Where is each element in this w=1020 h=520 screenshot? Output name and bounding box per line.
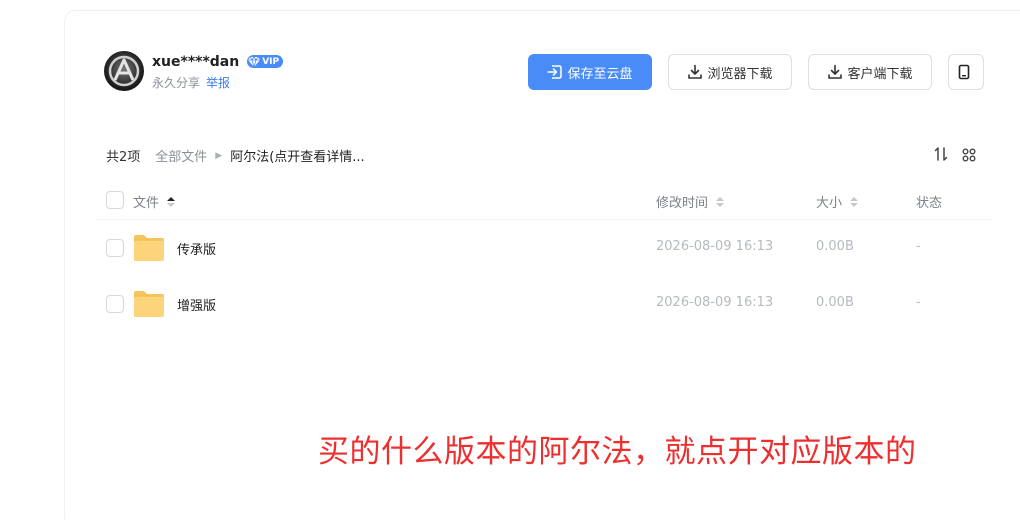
sort-arrows-icon	[850, 196, 859, 207]
modified-time: 2026-08-09 16:13	[656, 239, 774, 254]
table-row[interactable]: 增强版 2026-08-09 16:13 0.00B -	[96, 276, 992, 332]
breadcrumb-root[interactable]: 全部文件	[155, 146, 207, 165]
file-size: 0.00B	[816, 239, 854, 254]
caret-right-icon: ▶	[215, 150, 223, 161]
save-to-cloud-button[interactable]: 保存至云盘	[528, 54, 652, 90]
row-checkbox[interactable]	[106, 239, 124, 257]
browser-download-button[interactable]: 浏览器下载	[668, 54, 792, 90]
sharer-info: xue****dan VIP 永久分享 举报	[104, 51, 284, 91]
annotation-text: 买的什么版本的阿尔法，就点开对应版本的	[318, 434, 917, 470]
select-all-checkbox[interactable]	[106, 191, 124, 209]
file-table-header: 文件 修改时间 大小 状态	[96, 184, 992, 220]
sort-arrows-icon	[167, 196, 176, 207]
avatar[interactable]	[104, 51, 144, 91]
file-size: 0.00B	[816, 295, 854, 310]
folder-icon	[133, 233, 165, 267]
vip-badge: VIP	[247, 55, 284, 68]
folder-icon	[133, 289, 165, 323]
breadcrumb: 共2项 全部文件 ▶ 阿尔法(点开查看详情...	[106, 146, 365, 165]
file-status: -	[916, 239, 921, 254]
breadcrumb-current: 阿尔法(点开查看详情...	[230, 150, 365, 165]
modified-time: 2026-08-09 16:13	[656, 295, 774, 310]
username: xue****dan	[152, 53, 240, 70]
download-icon	[828, 64, 843, 79]
sort-arrows-icon	[716, 196, 725, 207]
report-link[interactable]: 举报	[206, 76, 230, 90]
row-checkbox[interactable]	[106, 295, 124, 313]
grid-view-button[interactable]	[962, 147, 976, 166]
share-type: 永久分享	[152, 75, 201, 90]
client-download-button[interactable]: 客户端下载	[808, 54, 932, 90]
grid-view-icon	[962, 148, 976, 162]
download-icon	[688, 64, 703, 79]
column-status: 状态	[916, 196, 943, 211]
diamond-icon	[248, 56, 261, 67]
save-icon	[547, 65, 563, 79]
mobile-qrcode-button[interactable]	[948, 54, 984, 90]
column-size[interactable]: 大小	[816, 192, 859, 211]
table-row[interactable]: 传承版 2026-08-09 16:13 0.00B -	[96, 220, 992, 276]
sort-toggle-button[interactable]	[934, 146, 948, 165]
item-count: 共2项	[106, 150, 141, 165]
sort-icon	[934, 147, 948, 161]
file-name[interactable]: 增强版	[177, 295, 216, 314]
file-status: -	[916, 295, 921, 310]
column-file[interactable]: 文件	[133, 192, 176, 211]
phone-icon	[958, 64, 970, 80]
column-modified-time[interactable]: 修改时间	[656, 192, 725, 211]
file-name[interactable]: 传承版	[177, 239, 216, 258]
